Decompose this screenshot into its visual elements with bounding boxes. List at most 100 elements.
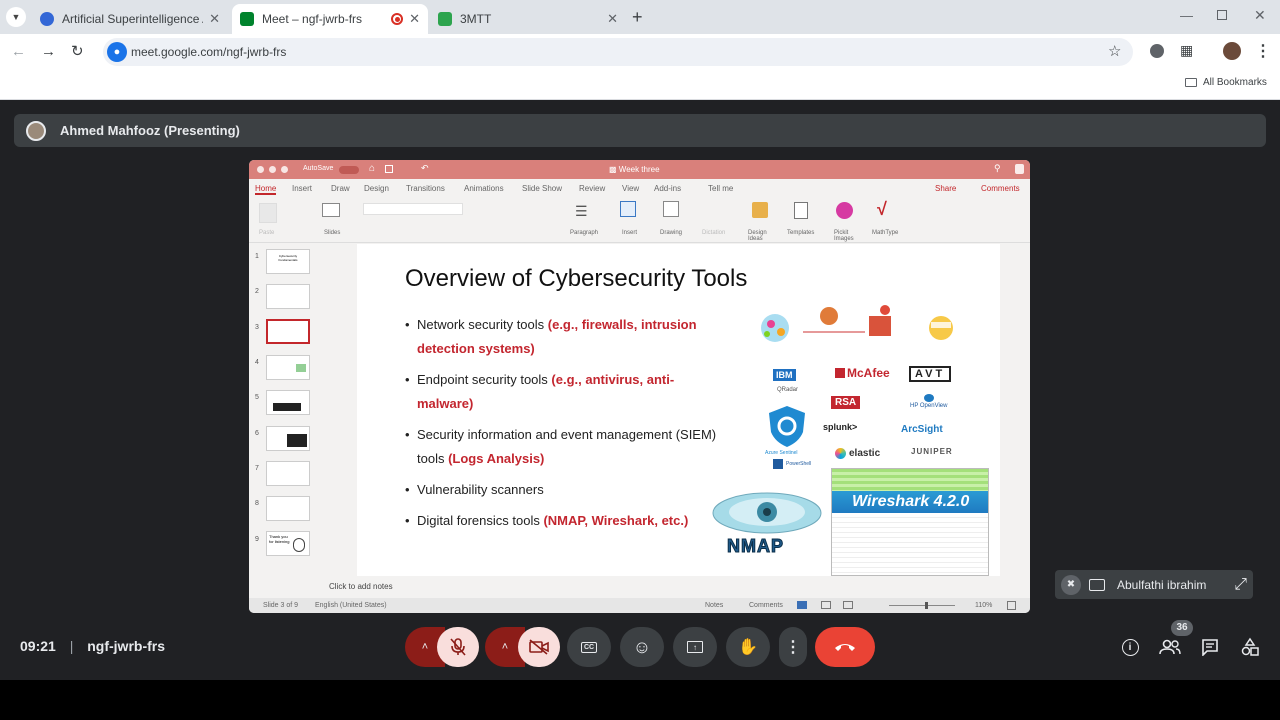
mac-min-dot [269,166,276,173]
mic-toggle-button[interactable] [437,627,479,667]
logo-azure-label: Azure Sentinel [765,450,798,456]
bookmark-star-icon[interactable]: ☆ [1108,42,1121,60]
zoom-level: 110% [975,602,993,609]
restore-icon[interactable] [1217,10,1227,20]
meeting-details-button[interactable]: i [1119,636,1141,658]
new-tab-button[interactable]: + [632,7,643,28]
bullet-highlight: (Logs Analysis) [448,451,545,466]
raise-hand-button[interactable]: ✋ [726,627,770,667]
slide-number: 6 [255,430,259,437]
thumb-slide-2[interactable] [266,284,310,309]
logo-rsa: RSA [831,396,861,409]
autosave-label: AutoSave [303,165,334,172]
doc-title: ▩ Week three [609,165,660,174]
slide-number: 3 [255,324,259,331]
slide-number: 5 [255,394,259,401]
thumb-slide-4[interactable] [266,355,310,380]
bullet-item: • Endpoint security tools (e.g., antivir… [405,368,725,416]
extensions-puzzle-icon[interactable]: ▦ [1180,42,1193,59]
bullet-dot: • [405,482,410,497]
slide-number: 2 [255,288,259,295]
tab-title: Meet – ngf-jwrb-frs [262,12,363,26]
back-icon[interactable]: ← [11,43,26,60]
extension-icon[interactable] [1150,44,1164,58]
thumb-slide-8[interactable] [266,496,310,521]
emoji-icon: ☺ [632,636,652,657]
ribbon-tab-addins: Add-ins [654,184,682,193]
bullet-dot: • [405,372,410,387]
emoji-button[interactable]: ☺ [620,627,664,667]
thumb-slide-3[interactable] [266,319,310,344]
captions-button[interactable]: CC [567,627,611,667]
leave-call-button[interactable] [815,627,875,667]
minimize-icon[interactable]: — [1180,8,1193,23]
tab-title: 3MTT [460,12,492,26]
site-info-icon[interactable]: ● [107,42,127,62]
notes-pane[interactable]: Click to add notes [321,576,1030,598]
ribbon-label-dictation: Dictation [702,230,726,236]
more-options-button[interactable]: ⋮ [779,627,807,667]
hp-label: HP OpenView [910,403,948,409]
autosave-toggle [339,166,359,174]
expand-icon[interactable]: ⤢ [1234,576,1247,594]
logo-juniper: JUNIPER [911,447,953,456]
logo-qradar: QRadar [777,387,799,393]
people-button[interactable] [1158,636,1182,658]
mathtype-icon: √ [877,199,887,219]
ribbon-label-mathtype: MathType [872,230,899,236]
ribbon-tab-draw: Draw [331,184,350,193]
activities-button[interactable] [1239,636,1261,658]
divider: | [69,638,74,654]
mac-close-dot [257,166,264,173]
fit-icon [1007,601,1016,610]
paste-icon [259,203,277,223]
participant-cam-off-icon [1089,578,1105,591]
nmap-eye-graphic [712,492,822,534]
thumb-slide-1[interactable]: Cybersecurity Fundamentals [266,249,310,274]
notes-placeholder: Click to add notes [329,582,393,591]
ribbon-tab-animations: Animations [464,184,504,193]
tab-strip: ▼ Artificial Superintelligence Allia ✕ M… [0,0,1280,34]
wireshark-banner: Wireshark 4.2.0 [832,491,988,513]
camera-toggle-button[interactable] [518,627,560,667]
address-bar[interactable]: ● meet.google.com/ngf-jwrb-frs ☆ [103,38,1133,66]
present-icon: ↑ [687,641,703,653]
chat-button[interactable] [1199,636,1221,658]
pickit-icon [836,202,853,219]
zoom-slider [889,605,955,606]
reload-icon[interactable]: ↻ [71,42,84,60]
templates-icon [794,202,808,219]
close-icon[interactable]: ✕ [607,11,618,27]
slide-canvas[interactable]: Overview of Cybersecurity Tools • Networ… [357,244,1000,576]
status-notes: Notes [705,602,724,609]
present-button[interactable]: ↑ [673,627,717,667]
participant-mic-off-icon: ✖ [1061,574,1081,595]
ppt-comments: Comments [981,184,1020,193]
tab-asi-alliance[interactable]: Artificial Superintelligence Allia ✕ [32,4,228,34]
bullet-text: Network security tools [417,317,548,332]
participant-name: Abulfathi ibrahim [1117,577,1207,592]
tab-3mtt[interactable]: 3MTT ✕ [430,4,626,34]
forward-icon[interactable]: → [41,43,56,60]
thumb-slide-9[interactable]: Thank you for listening [266,531,310,556]
powershell-label: PowerShell [786,461,812,467]
close-icon[interactable]: ✕ [409,11,420,27]
slide-number: 1 [255,253,259,260]
thumb-slide-5[interactable] [266,390,310,415]
close-icon[interactable]: ✕ [209,11,220,27]
thumb-slide-6[interactable] [266,426,310,451]
home-icon: ⌂ [369,163,376,174]
all-bookmarks[interactable]: All Bookmarks [1185,77,1267,88]
window-close-icon[interactable]: ✕ [1254,7,1266,24]
tab-search-button[interactable]: ▼ [6,7,26,27]
thumb-slide-7[interactable] [266,461,310,486]
ppt-status-bar: Slide 3 of 9 English (United States) Not… [249,598,1030,613]
shared-screen-powerpoint[interactable]: AutoSave ⌂ ↶ ▩ Week three ⚲ Home Insert … [249,160,1030,613]
presenter-bar: Ahmed Mahfooz (Presenting) [14,114,1266,147]
menu-kebab-icon[interactable]: ⋮ [1255,41,1271,61]
participant-tile[interactable]: ✖ Abulfathi ibrahim ⤢ [1055,570,1253,599]
meeting-code: ngf-jwrb-frs [87,638,165,654]
slide-number: 7 [255,465,259,472]
profile-avatar[interactable] [1223,42,1241,60]
tab-meet[interactable]: Meet – ngf-jwrb-frs ✕ [232,4,428,34]
